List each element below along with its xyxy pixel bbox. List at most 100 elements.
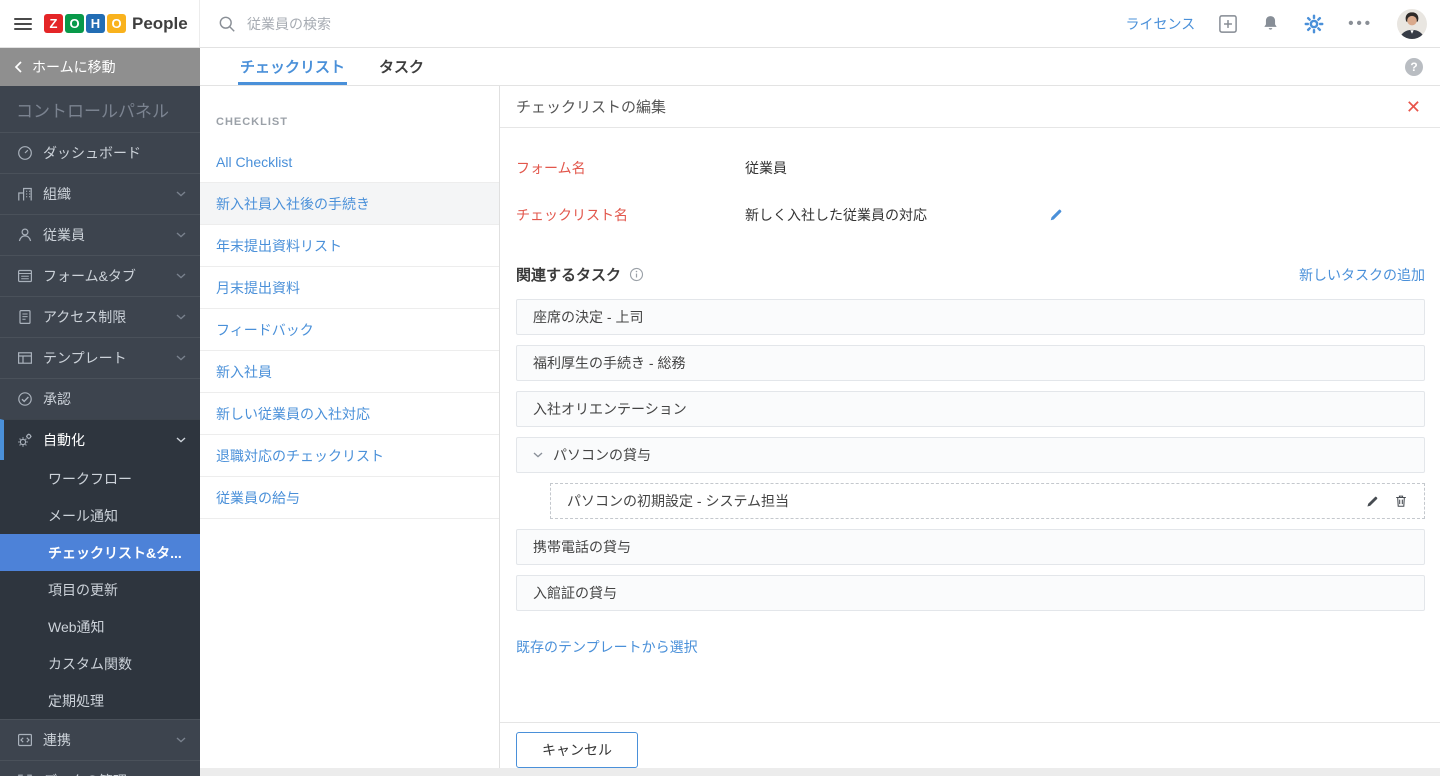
task-row[interactable]: パソコンの貸与 xyxy=(516,437,1425,473)
panel-title: コントロールパネル xyxy=(16,102,169,121)
product-name: People xyxy=(132,13,188,33)
sidebar-item[interactable]: フォーム&タブ xyxy=(0,255,200,296)
settings-gear-icon[interactable] xyxy=(1304,14,1324,34)
sidebar-subitem[interactable]: ワークフロー xyxy=(0,460,200,497)
sidebar-subitem[interactable]: 項目の更新 xyxy=(0,571,200,608)
sidebar-nav: ダッシュボード組織従業員フォーム&タブ アクセス制限 テンプレート承認自動化ワークフ… xyxy=(0,132,200,776)
sidebar-item[interactable]: 組織 xyxy=(0,173,200,214)
automation-icon xyxy=(16,432,33,448)
tab-checklist[interactable]: チェックリスト xyxy=(237,48,348,85)
back-to-home[interactable]: ホームに移動 xyxy=(0,48,200,86)
add-new-task-link[interactable]: 新しいタスクの追加 xyxy=(1299,265,1425,285)
user-avatar[interactable] xyxy=(1397,8,1427,39)
form-name-label: フォーム名 xyxy=(516,159,586,176)
edit-pencil-icon[interactable] xyxy=(1049,208,1063,222)
checklist-name-label: チェックリスト名 xyxy=(516,206,628,223)
chevron-down-icon xyxy=(176,273,186,279)
brand-area: ZOHO People xyxy=(0,0,200,47)
info-icon xyxy=(629,267,644,282)
sidebar-subitem[interactable]: メール通知 xyxy=(0,497,200,534)
sidebar-submenu: ワークフロー メール通知 チェックリスト&タ... 項目の更新 Web通知 カスタム関数定… xyxy=(0,460,200,719)
form-name-value: 従業員 xyxy=(745,159,787,176)
chevron-down-icon xyxy=(176,737,186,743)
template-icon xyxy=(16,350,33,366)
tab-task[interactable]: タスク xyxy=(379,48,424,85)
checklist-name-field: チェックリスト名 新しく入社した従業員の対応 xyxy=(516,191,1425,238)
sidebar-item-label: 自動化 xyxy=(43,432,85,448)
logo-letter: H xyxy=(86,14,105,33)
task-label: 座席の決定 - 上司 xyxy=(533,309,644,325)
task-row[interactable]: 座席の決定 - 上司 xyxy=(516,299,1425,335)
sidebar-item-label: 組織 xyxy=(43,186,71,202)
sidebar-item[interactable]: テンプレート xyxy=(0,337,200,378)
related-task-list: 座席の決定 - 上司福利厚生の手続き - 総務入社オリエンテーション パソコンの貸… xyxy=(516,299,1425,611)
bottom-edge-strip xyxy=(200,768,1440,776)
chevron-left-icon xyxy=(14,61,22,73)
checklist-section-header: CHECKLIST xyxy=(216,116,288,128)
forms-tabs-icon xyxy=(16,268,33,284)
more-options-icon[interactable]: ••• xyxy=(1348,15,1373,32)
sidebar-subitem[interactable]: Web通知 xyxy=(0,608,200,645)
checklist-list-item[interactable]: 退職対応のチェックリスト xyxy=(200,435,499,477)
notifications-bell-icon[interactable] xyxy=(1261,14,1280,33)
delete-trash-icon[interactable] xyxy=(1394,494,1408,508)
task-row[interactable]: 携帯電話の貸与 xyxy=(516,529,1425,565)
checklist-name-value: 新しく入社した従業員の対応 xyxy=(745,206,927,223)
cancel-button[interactable]: キャンセル xyxy=(516,731,638,768)
checklist-list-item[interactable]: 月末提出資料 xyxy=(200,267,499,309)
global-search xyxy=(200,0,1126,47)
checklist-list-item[interactable]: All Checklist xyxy=(200,141,499,183)
checklist-list-item[interactable]: 新入社員入社後の手続き xyxy=(200,183,499,225)
task-label: 福利厚生の手続き - 総務 xyxy=(533,355,686,371)
subtask-row[interactable]: パソコンの初期設定 - システム担当 xyxy=(550,483,1425,519)
task-label: 入館証の貸与 xyxy=(533,585,617,601)
checklist-list-item[interactable]: 従業員の給与 xyxy=(200,477,499,519)
task-row[interactable]: 入社オリエンテーション xyxy=(516,391,1425,427)
checklist-list-item[interactable]: フィードバック xyxy=(200,309,499,351)
sidebar-item[interactable]: 承認 xyxy=(0,378,200,419)
sidebar-item-label: 従業員 xyxy=(43,227,85,243)
sidebar-item[interactable]: ダッシュボード xyxy=(0,132,200,173)
subtask-label: パソコンの初期設定 - システム担当 xyxy=(567,493,790,509)
form-name-field: フォーム名 従業員 xyxy=(516,144,1425,191)
search-icon xyxy=(218,15,236,33)
sidebar-item[interactable]: 従業員 xyxy=(0,214,200,255)
chevron-down-icon xyxy=(176,355,186,361)
editor-title: チェックリストの編集 xyxy=(516,99,667,116)
close-icon[interactable]: ✕ xyxy=(1406,98,1421,116)
sidebar-item[interactable]: アクセス制限 xyxy=(0,296,200,337)
logo-letter: O xyxy=(65,14,84,33)
choose-from-template-link[interactable]: 既存のテンプレートから選択 xyxy=(516,637,698,657)
checklist-list-item[interactable]: 新しい従業員の入社対応 xyxy=(200,393,499,435)
task-label: 携帯電話の貸与 xyxy=(533,539,631,555)
sidebar-subitem[interactable]: 定期処理 xyxy=(0,682,200,719)
access-restriction-icon xyxy=(16,309,33,325)
top-bar: ZOHO People ライセンス xyxy=(0,0,1440,48)
sidebar-item[interactable]: 連携 xyxy=(0,719,200,760)
edit-pencil-icon[interactable] xyxy=(1366,495,1379,508)
employee-icon xyxy=(16,227,33,243)
chevron-down-icon[interactable] xyxy=(533,452,543,458)
sidebar-item[interactable]: 自動化 xyxy=(0,419,200,460)
checklist-list-item[interactable]: 新入社員 xyxy=(200,351,499,393)
chevron-down-icon xyxy=(176,314,186,320)
add-new-icon[interactable] xyxy=(1219,14,1238,33)
sidebar-item-label: アクセス制限 xyxy=(43,309,127,325)
task-row[interactable]: 福利厚生の手続き - 総務 xyxy=(516,345,1425,381)
sidebar-subitem[interactable]: チェックリスト&タ... xyxy=(0,534,200,571)
chevron-down-icon xyxy=(176,437,186,443)
license-link[interactable]: ライセンス xyxy=(1126,14,1196,34)
control-panel-sidebar: ホームに移動 コントロールパネル ダッシュボード組織従業員フォーム&タブ アクセス… xyxy=(0,48,200,776)
sidebar-subitem[interactable]: カスタム関数 xyxy=(0,645,200,682)
sidebar-item-label: データの管理 xyxy=(43,771,166,776)
sidebar-item-label: テンプレート xyxy=(43,350,127,366)
zoho-people-logo[interactable]: ZOHO People xyxy=(44,14,188,34)
search-input[interactable] xyxy=(247,15,567,32)
hamburger-menu-icon[interactable] xyxy=(14,15,32,33)
sidebar-item-label: フォーム&タブ xyxy=(43,268,136,284)
approval-icon xyxy=(16,391,33,407)
help-icon[interactable]: ? xyxy=(1405,58,1423,76)
task-row[interactable]: 入館証の貸与 xyxy=(516,575,1425,611)
checklist-list-item[interactable]: 年末提出資料リスト xyxy=(200,225,499,267)
sidebar-item[interactable]: データの管理 xyxy=(0,760,200,776)
